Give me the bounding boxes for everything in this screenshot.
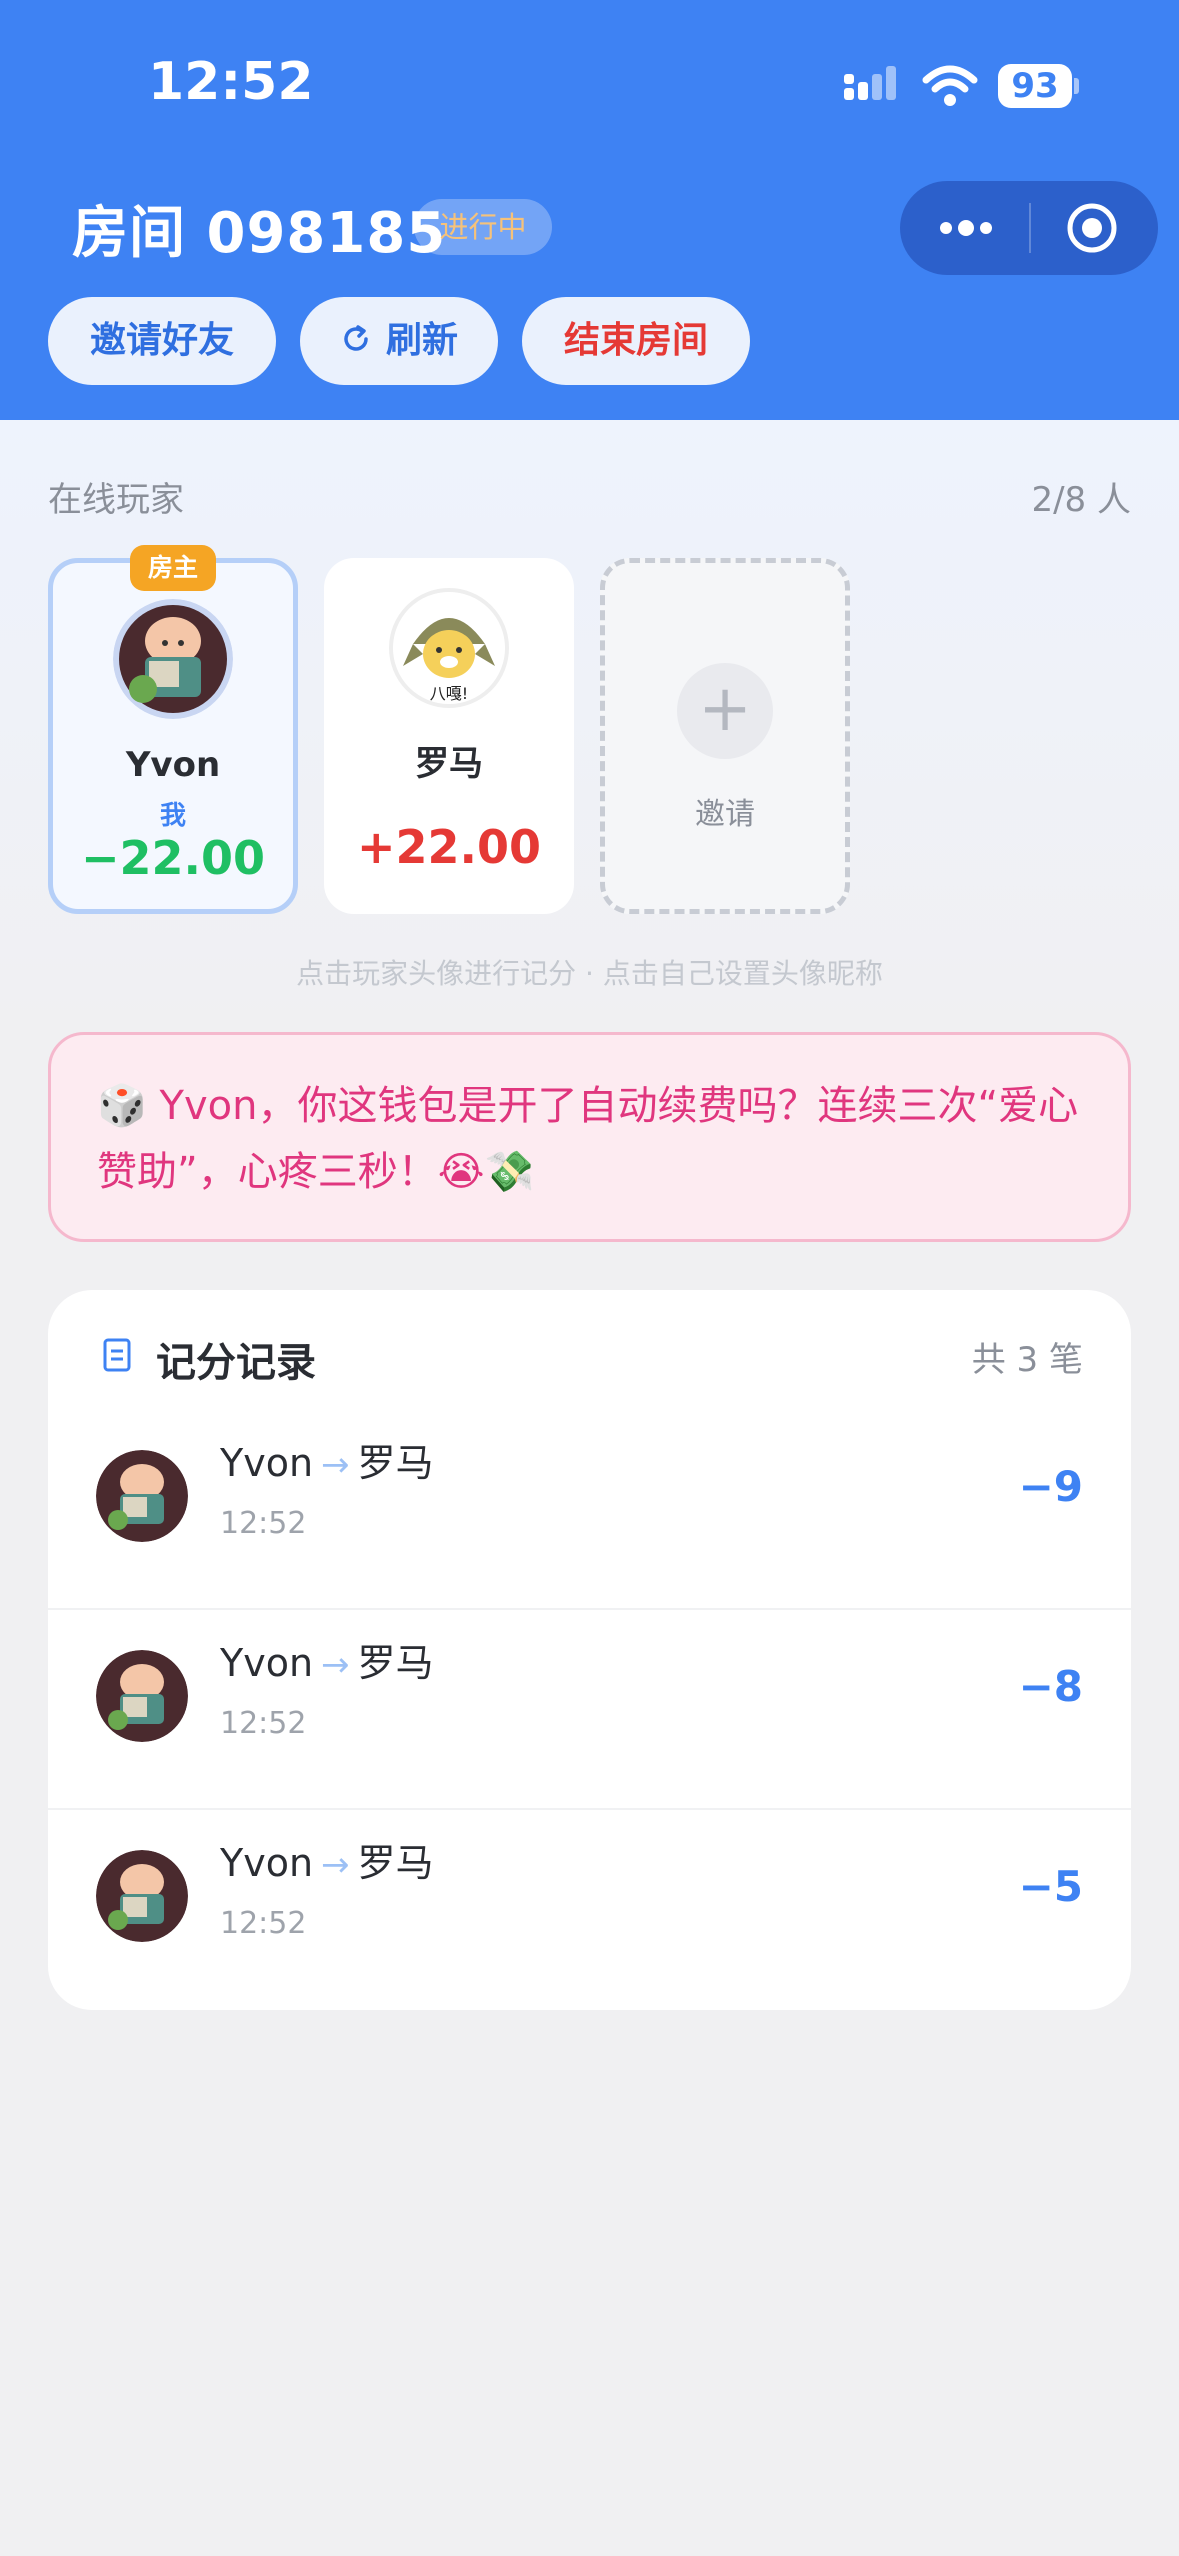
- online-players-label: 在线玩家: [48, 480, 184, 520]
- player-count: 2/8 人: [1031, 480, 1131, 520]
- record-avatar: [96, 1650, 188, 1742]
- record-to: 罗马: [357, 1441, 434, 1485]
- player-card-roma[interactable]: 八嘎! 罗马 +22.00: [324, 558, 574, 914]
- room-status-badge: 进行中: [414, 199, 552, 255]
- refresh-icon: [344, 325, 368, 351]
- wifi-icon: [922, 65, 978, 106]
- record-time: 12:52: [220, 1906, 307, 1941]
- player-name: Yvon: [125, 745, 221, 785]
- end-room-button[interactable]: 结束房间: [522, 297, 750, 385]
- record-time: 12:52: [220, 1506, 307, 1541]
- record-flow: Yvon → 罗马: [220, 1632, 434, 1687]
- record-flow: Yvon → 罗马: [220, 1832, 434, 1887]
- roast-message: 🎲 Yvon，你这钱包是开了自动续费吗？连续三次“爱心赞助”，心疼三秒！😭💸: [48, 1032, 1131, 1242]
- player-score: −22.00: [80, 831, 266, 885]
- record-to: 罗马: [357, 1841, 434, 1885]
- player-avatar[interactable]: 八嘎!: [389, 588, 509, 708]
- avatar-caption: 八嘎!: [429, 684, 469, 703]
- record-avatar: [96, 1850, 188, 1942]
- invite-label: 邀请: [695, 797, 755, 832]
- host-badge: 房主: [130, 545, 216, 591]
- player-score: +22.00: [356, 820, 542, 874]
- records-count: 共 3 笔: [971, 1340, 1083, 1380]
- battery-indicator: 93: [998, 64, 1072, 108]
- more-icon[interactable]: [936, 206, 996, 250]
- capsule-divider: [1029, 203, 1031, 253]
- room-title: 房间 098185: [72, 201, 447, 266]
- battery-tip: [1074, 78, 1079, 94]
- record-from: Yvon: [220, 1641, 314, 1685]
- player-card-me[interactable]: Yvon 我 −22.00: [48, 558, 298, 914]
- record-row[interactable]: Yvon → 罗马 12:52 −8: [48, 1610, 1131, 1810]
- arrow-right-icon: →: [321, 1845, 350, 1885]
- invite-player-card[interactable]: + 邀请: [600, 558, 850, 914]
- score-records-panel: 记分记录 共 3 笔 Yvon → 罗马 12:52 −9 Yvon → 罗马 12:5…: [48, 1290, 1131, 2010]
- record-amount: −8: [1018, 1662, 1083, 1711]
- record-avatar: [96, 1450, 188, 1542]
- document-icon: [103, 1338, 131, 1372]
- record-amount: −5: [1018, 1862, 1083, 1911]
- record-from: Yvon: [220, 1841, 314, 1885]
- plus-icon: +: [677, 663, 773, 759]
- status-time: 12:52: [148, 52, 314, 112]
- scoring-hint: 点击玩家头像进行记分 · 点击自己设置头像昵称: [296, 957, 883, 990]
- me-label: 我: [159, 801, 186, 831]
- mini-program-capsule: [900, 181, 1158, 275]
- record-amount: −9: [1018, 1462, 1083, 1511]
- refresh-button[interactable]: 刷新: [300, 297, 498, 385]
- records-title: 记分记录: [156, 1340, 316, 1386]
- record-row[interactable]: Yvon → 罗马 12:52 −5: [48, 1810, 1131, 2010]
- cellular-signal-icon: [844, 66, 896, 100]
- close-target-icon[interactable]: [1066, 202, 1118, 254]
- arrow-right-icon: →: [321, 1645, 350, 1685]
- record-flow: Yvon → 罗马: [220, 1432, 434, 1487]
- arrow-right-icon: →: [321, 1445, 350, 1485]
- record-row[interactable]: Yvon → 罗马 12:52 −9: [48, 1410, 1131, 1610]
- refresh-label: 刷新: [385, 320, 458, 361]
- player-avatar[interactable]: [113, 599, 233, 719]
- record-to: 罗马: [357, 1641, 434, 1685]
- record-from: Yvon: [220, 1441, 314, 1485]
- invite-friends-button[interactable]: 邀请好友: [48, 297, 276, 385]
- player-name: 罗马: [415, 744, 483, 784]
- record-time: 12:52: [220, 1706, 307, 1741]
